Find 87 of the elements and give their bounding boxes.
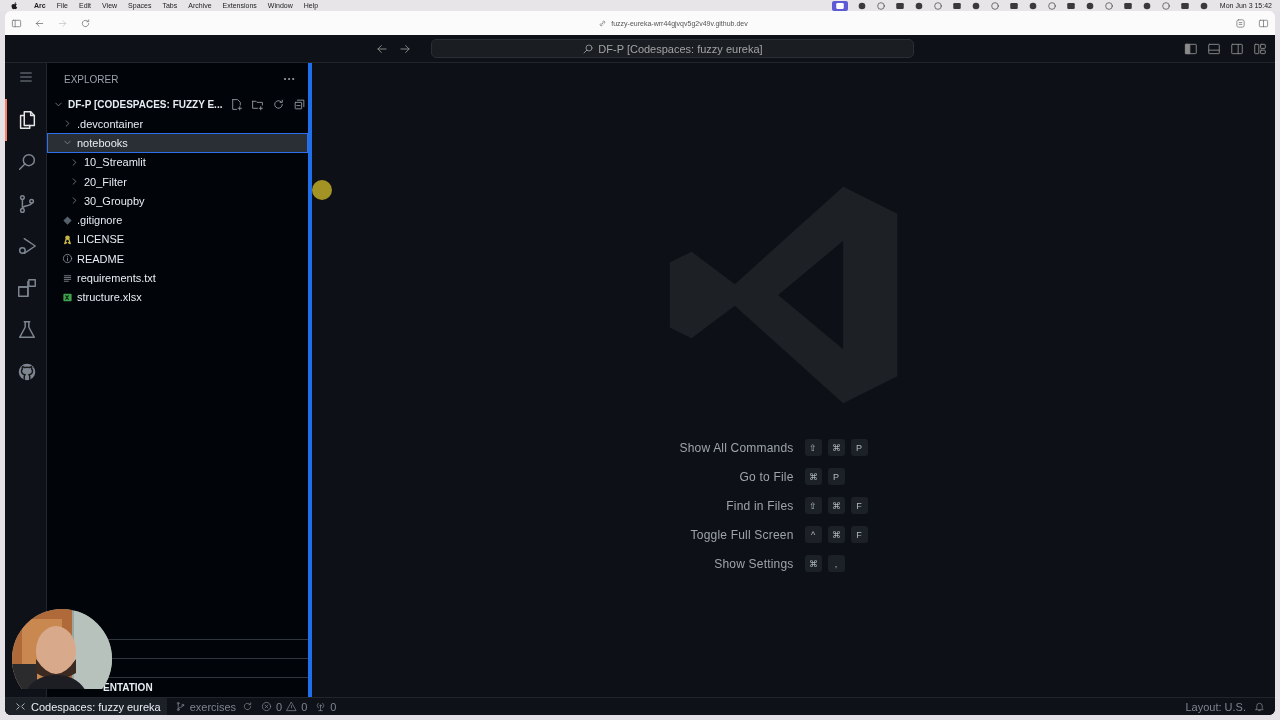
command-center-field[interactable]: DF-P [Codespaces: fuzzy eureka]	[431, 39, 914, 58]
warning-icon	[286, 701, 298, 712]
panel-section-title[interactable]: ENTATION	[103, 682, 153, 693]
round-status-icon[interactable]	[1198, 0, 1209, 11]
key-cap: ^	[804, 526, 822, 543]
round-status-icon[interactable]	[1141, 0, 1152, 11]
key-cap: P	[850, 439, 868, 456]
key-cap: F	[850, 526, 868, 543]
tree-item[interactable]: .gitignore	[47, 210, 308, 230]
sash-handle[interactable]	[308, 63, 312, 697]
apple-icon	[10, 1, 19, 10]
square-status-icon[interactable]	[1122, 0, 1133, 11]
antenna-icon	[315, 701, 327, 712]
square-status-icon[interactable]	[951, 0, 962, 11]
extension-icon[interactable]	[1235, 17, 1246, 29]
search-icon	[582, 42, 595, 55]
info-icon	[62, 253, 73, 265]
ports-indicator[interactable]: 0	[315, 700, 337, 713]
display-icon[interactable]	[831, 0, 848, 11]
lines-icon	[62, 272, 73, 284]
new-file-icon[interactable]	[230, 98, 244, 111]
remote-icon	[15, 701, 26, 712]
square-status-icon[interactable]	[894, 0, 905, 11]
collapse-all-icon[interactable]	[293, 98, 307, 111]
tree-item[interactable]: 10_Streamlit	[47, 152, 308, 172]
key-cap: ⌘	[804, 468, 822, 485]
tree-item[interactable]: requirements.txt	[47, 268, 308, 288]
sidebar-toggle-icon[interactable]	[11, 17, 22, 29]
explorer-title: EXPLORER	[64, 73, 119, 85]
tree-item[interactable]: 30_Groupby	[47, 191, 308, 211]
split-view-icon[interactable]	[1258, 17, 1269, 29]
diamond-icon	[62, 214, 73, 226]
link-icon	[598, 18, 608, 28]
tree-item[interactable]: .devcontainer	[47, 114, 308, 134]
tree-item[interactable]: LICENSE	[47, 229, 308, 250]
round-status-icon[interactable]	[970, 0, 981, 11]
shortcut-label: Go to File	[738, 469, 794, 484]
tree-item[interactable]: 20_Filter	[47, 171, 308, 192]
source-control-icon	[174, 701, 186, 712]
ring-status-icon[interactable]	[932, 0, 943, 11]
left-panel-icon[interactable]	[1184, 41, 1198, 56]
round-status-icon[interactable]	[913, 0, 924, 11]
extensions-icon[interactable]	[15, 277, 38, 299]
error-icon	[261, 701, 273, 712]
shortcut-label: Toggle Full Screen	[689, 527, 794, 542]
refresh-icon[interactable]	[272, 98, 286, 111]
layout-grid-icon[interactable]	[1253, 41, 1267, 56]
ribbon-icon	[62, 233, 73, 245]
spreadsheet-icon	[62, 291, 73, 303]
remote-indicator[interactable]: Codespaces: fuzzy eureka	[5, 698, 167, 715]
key-cap: ⇧	[804, 497, 822, 514]
new-folder-icon[interactable]	[251, 98, 265, 111]
round-status-icon[interactable]	[1027, 0, 1038, 11]
shortcut-label: Find in Files	[725, 498, 794, 513]
workspace-folder-label[interactable]: DF-P [CODESPACES: FUZZY E...	[68, 99, 223, 110]
key-cap: ⌘	[827, 439, 845, 456]
bottom-panel-icon[interactable]	[1207, 41, 1221, 56]
sync-icon[interactable]	[242, 701, 254, 712]
ring-status-icon[interactable]	[1103, 0, 1114, 11]
keyboard-layout-indicator[interactable]: Layout: U.S.	[1185, 700, 1246, 713]
key-cap: P	[827, 468, 845, 485]
key-cap: ,	[827, 555, 845, 572]
key-cap: ⇧	[804, 439, 822, 456]
square-status-icon[interactable]	[1065, 0, 1076, 11]
square-status-icon[interactable]	[1008, 0, 1019, 11]
tree-item[interactable]: notebooks	[47, 133, 308, 153]
branch-indicator[interactable]: exercises	[174, 700, 237, 713]
ring-status-icon[interactable]	[875, 0, 886, 11]
square-status-icon[interactable]	[1179, 0, 1190, 11]
key-cap: ⌘	[804, 555, 822, 572]
tree-item[interactable]: README	[47, 249, 308, 269]
ring-status-icon[interactable]	[1046, 0, 1057, 11]
back-arrow-icon[interactable]	[34, 17, 45, 29]
ring-status-icon[interactable]	[1160, 0, 1171, 11]
round-status-icon[interactable]	[856, 0, 867, 11]
round-status-icon[interactable]	[1084, 0, 1095, 11]
key-cap: ⌘	[827, 526, 845, 543]
bell-icon[interactable]	[1254, 701, 1265, 712]
reload-icon[interactable]	[80, 17, 91, 29]
key-cap: ⌘	[827, 497, 845, 514]
shortcut-label: Show All Commands	[679, 440, 794, 455]
right-panel-icon[interactable]	[1230, 41, 1244, 56]
tree-item[interactable]: structure.xlsx	[47, 287, 308, 307]
problems-indicator[interactable]: 0 0	[261, 700, 308, 713]
shortcut-label: Show Settings	[713, 556, 794, 571]
ring-status-icon[interactable]	[989, 0, 1000, 11]
key-cap: F	[850, 497, 868, 514]
